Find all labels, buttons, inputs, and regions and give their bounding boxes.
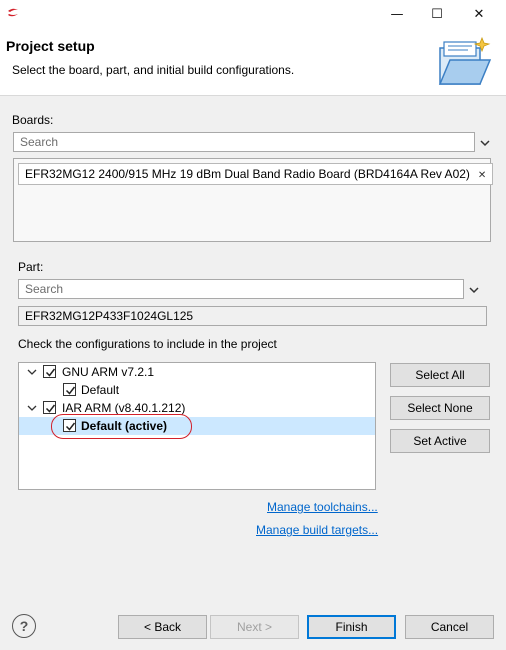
configurations-tree[interactable]: GNU ARM v7.2.1 Default IAR ARM (v8.40.1.… <box>18 362 376 490</box>
configs-label: Check the configurations to include in t… <box>18 337 277 351</box>
chevron-down-icon[interactable] <box>27 367 37 377</box>
cancel-button[interactable]: Cancel <box>405 615 494 639</box>
checkbox-gnu-arm[interactable] <box>43 365 56 378</box>
manage-build-targets-link[interactable]: Manage build targets... <box>256 523 378 537</box>
checkbox-iar-arm[interactable] <box>43 401 56 414</box>
tree-row-label: Default <box>81 383 120 397</box>
tree-row-label: IAR ARM (v8.40.1.212) <box>62 401 186 415</box>
tree-row-label: Default (active) <box>81 419 168 433</box>
minimize-button[interactable]: — <box>380 0 414 28</box>
checkbox-gnu-default[interactable] <box>63 383 76 396</box>
part-label: Part: <box>18 260 44 274</box>
tree-row-iar-default-active[interactable]: Default (active) <box>19 417 375 435</box>
board-chip-label: EFR32MG12 2400/915 MHz 19 dBm Dual Band … <box>25 167 470 181</box>
selected-boards-list: EFR32MG12 2400/915 MHz 19 dBm Dual Band … <box>13 158 494 242</box>
title-bar: — ☐ ✕ <box>0 0 506 28</box>
back-button[interactable]: < Back <box>118 615 207 639</box>
manage-toolchains-link[interactable]: Manage toolchains... <box>267 500 378 514</box>
checkbox-iar-default[interactable] <box>63 419 76 432</box>
tree-row-iar-arm[interactable]: IAR ARM (v8.40.1.212) <box>19 399 375 417</box>
remove-board-icon[interactable]: ✕ <box>478 166 486 186</box>
set-active-button[interactable]: Set Active <box>390 429 490 453</box>
select-all-button[interactable]: Select All <box>390 363 490 387</box>
tree-row-label: GNU ARM v7.2.1 <box>62 365 155 379</box>
boards-label: Boards: <box>12 113 54 127</box>
part-value-field: EFR32MG12P433F1024GL125 <box>18 306 487 326</box>
chevron-down-icon[interactable] <box>468 284 480 296</box>
help-icon[interactable]: ? <box>12 614 36 638</box>
board-chip: EFR32MG12 2400/915 MHz 19 dBm Dual Band … <box>18 163 494 186</box>
page-description: Select the board, part, and initial buil… <box>12 63 295 77</box>
chevron-down-icon[interactable] <box>479 137 491 149</box>
boards-search-input[interactable]: Search <box>13 132 475 152</box>
maximize-button[interactable]: ☐ <box>420 0 454 28</box>
select-none-button[interactable]: Select None <box>390 396 490 420</box>
app-logo-icon <box>8 8 18 17</box>
wizard-header: Project setup Select the board, part, an… <box>0 28 506 96</box>
finish-button[interactable]: Finish <box>307 615 396 639</box>
close-button[interactable]: ✕ <box>462 0 496 28</box>
next-button[interactable]: Next > <box>210 615 299 639</box>
page-title: Project setup <box>6 38 95 54</box>
part-search-input[interactable]: Search <box>18 279 464 299</box>
tree-row-gnu-default[interactable]: Default <box>19 381 375 399</box>
project-folder-icon <box>438 36 492 85</box>
chevron-down-icon[interactable] <box>27 403 37 413</box>
tree-row-gnu-arm[interactable]: GNU ARM v7.2.1 <box>19 363 375 381</box>
